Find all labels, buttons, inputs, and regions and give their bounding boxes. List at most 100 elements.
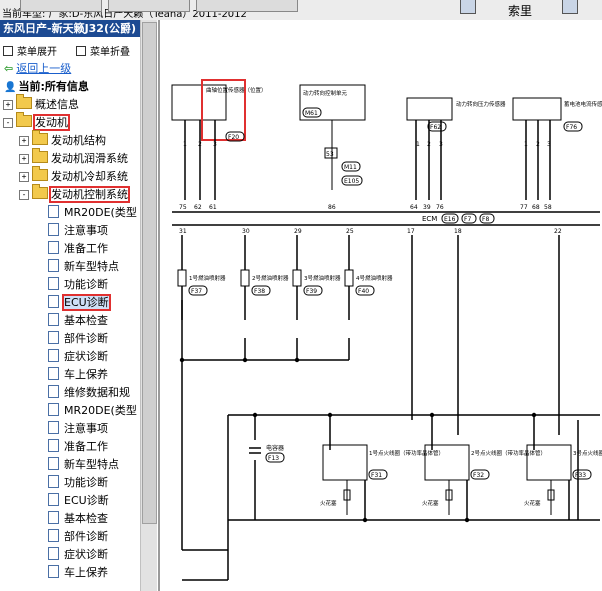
tree-item[interactable]: 新车型特点 xyxy=(48,258,119,276)
tree-item[interactable]: 症状诊断 xyxy=(48,348,108,366)
tree-item[interactable]: 注意事项 xyxy=(48,222,108,240)
collapse-toggle-icon[interactable]: - xyxy=(3,118,13,128)
tree-item[interactable]: 症状诊断 xyxy=(48,546,108,564)
tree-item[interactable]: 功能诊断 xyxy=(48,276,108,294)
tree-item[interactable]: 准备工作 xyxy=(48,438,108,456)
junction-dot xyxy=(429,412,435,418)
tree-item-label: 准备工作 xyxy=(64,440,108,453)
expand-toggle-icon[interactable]: + xyxy=(19,172,29,182)
tree-item[interactable]: 功能诊断 xyxy=(48,474,108,492)
document-icon xyxy=(48,403,59,416)
document-icon xyxy=(48,421,59,434)
tree-item[interactable]: 准备工作 xyxy=(48,240,108,258)
tree-item[interactable]: 车上保养 xyxy=(48,564,108,582)
document-icon xyxy=(48,475,59,488)
tree-item-label: 准备工作 xyxy=(64,242,108,255)
document-icon xyxy=(48,241,59,254)
coil-3-code: F33 xyxy=(575,472,586,479)
menu-expand-label: 菜单展开 xyxy=(17,47,57,58)
wiring-diagram: 曲轴位置传感器（位置） 动力转向控制单元 动力转向压力传感器 蓄电池电流传感器 … xyxy=(171,79,602,581)
tree-item-label: MR20DE(类型 xyxy=(64,206,137,219)
tree-item[interactable]: 维修数据和规 xyxy=(48,384,130,402)
collapse-icon xyxy=(76,46,86,56)
ecm-pin-75: 75 xyxy=(179,204,187,211)
tree-item-label: ECU诊断 xyxy=(62,294,111,311)
tree-item-label: 新车型特点 xyxy=(64,260,119,273)
print-icon[interactable] xyxy=(460,0,476,14)
coil-2-name: 2号点火线圈（带功率晶体管） xyxy=(471,449,546,457)
spark-plug-2: 火花塞 xyxy=(422,499,439,507)
tree-item[interactable]: ECU诊断 xyxy=(48,492,109,510)
tree-item[interactable]: 车上保养 xyxy=(48,366,108,384)
tree-item-label: 注意事项 xyxy=(64,422,108,435)
junction-dot xyxy=(179,357,185,363)
expand-toggle-icon[interactable]: + xyxy=(3,100,13,110)
tree-item[interactable]: MR20DE(类型 xyxy=(48,204,137,222)
tree-item[interactable]: 基本检查 xyxy=(48,312,108,330)
tree-item-label: 维修数据和规 xyxy=(64,386,130,399)
ecm-pin-86: 86 xyxy=(328,204,336,211)
tree-item-label: 部件诊断 xyxy=(64,530,108,543)
coil-1-code: F31 xyxy=(371,472,382,479)
vertical-scrollbar[interactable] xyxy=(140,20,157,591)
ecm-wire-17: 17 xyxy=(407,228,415,235)
tree-item-label: 当前:所有信息 xyxy=(18,80,89,93)
ecm-pin-76: 76 xyxy=(436,204,444,211)
tree-item[interactable]: 基本检查 xyxy=(48,510,108,528)
ps-pressure-code: F62 xyxy=(430,124,441,131)
ecm-pin-61: 61 xyxy=(209,204,217,211)
toolbar-button[interactable] xyxy=(196,0,298,12)
tree-item-label: 车上保养 xyxy=(64,368,108,381)
document-icon xyxy=(48,547,59,560)
tree-item-label: 注意事项 xyxy=(64,224,108,237)
ecm-pin-39: 39 xyxy=(423,204,431,211)
ecm-code-2: F7 xyxy=(464,216,471,223)
tree-item[interactable]: 注意事项 xyxy=(48,420,108,438)
expand-icon xyxy=(3,46,13,56)
user-icon: 👤 xyxy=(4,82,17,93)
folder-icon xyxy=(16,94,32,109)
folder-icon xyxy=(32,130,48,145)
tree-item[interactable]: ⇦ 返回上一级 xyxy=(4,60,71,78)
tree-item-label: 发动机结构 xyxy=(51,134,106,147)
scrollbar-thumb[interactable] xyxy=(142,22,157,524)
document-icon xyxy=(48,439,59,452)
document-icon xyxy=(48,367,59,380)
expand-toggle-icon[interactable]: + xyxy=(19,136,29,146)
ecm-wire-29: 29 xyxy=(294,228,302,235)
tree-view: ⇦ 返回上一级 👤 当前:所有信息 + 概述信息 - 发动机 + 发动机结构 + 发动机润滑系统 + 发动… xyxy=(0,60,139,591)
toolbar-button[interactable] xyxy=(108,0,190,12)
psu-name: 动力转向控制单元 xyxy=(303,89,348,97)
back-arrow-icon: ⇦ xyxy=(4,62,14,75)
toolbar-button[interactable] xyxy=(20,0,102,12)
ecm-pin-58: 58 xyxy=(544,204,552,211)
ecm-pin-64: 64 xyxy=(410,204,418,211)
menu-collapse-button[interactable]: 菜单折叠 xyxy=(76,43,130,58)
window-icon[interactable] xyxy=(562,0,578,14)
tree-item-label: ECU诊断 xyxy=(64,494,109,507)
menu-expand-button[interactable]: 菜单展开 xyxy=(3,43,57,58)
injector-2-name: 2号燃油喷射器 xyxy=(252,274,289,282)
document-icon xyxy=(48,259,59,272)
tree-item[interactable]: 部件诊断 xyxy=(48,528,108,546)
tree-item-label: 症状诊断 xyxy=(64,350,108,363)
junction-dot xyxy=(242,357,248,363)
tree-item[interactable]: 新车型特点 xyxy=(48,456,119,474)
navigation-panel: 东风日产-新天籁J32(公爵) 菜单展开 菜单折叠 ⇦ 返回上一级 👤 当前:所有信息… xyxy=(0,20,160,591)
document-icon xyxy=(48,385,59,398)
tree-item[interactable]: 部件诊断 xyxy=(48,330,108,348)
tree-item-label: 发动机润滑系统 xyxy=(51,152,128,165)
psu-code: M61 xyxy=(305,110,318,117)
tree-item-label: 车上保养 xyxy=(64,566,108,579)
tree-item[interactable]: - 发动机控制系统 xyxy=(19,184,130,204)
folder-icon xyxy=(32,184,48,199)
tree-item[interactable]: MR20DE(类型 xyxy=(48,402,137,420)
psu-tag-1: M11 xyxy=(344,164,357,171)
tree-item[interactable]: ECU诊断 xyxy=(48,294,111,312)
ecm-label: ECM xyxy=(422,215,437,223)
expand-toggle-icon[interactable]: + xyxy=(19,154,29,164)
injector-1-code: F37 xyxy=(191,288,202,295)
ecm-wire-18: 18 xyxy=(454,228,462,235)
ecm-code-3: F8 xyxy=(482,216,489,223)
collapse-toggle-icon[interactable]: - xyxy=(19,190,29,200)
